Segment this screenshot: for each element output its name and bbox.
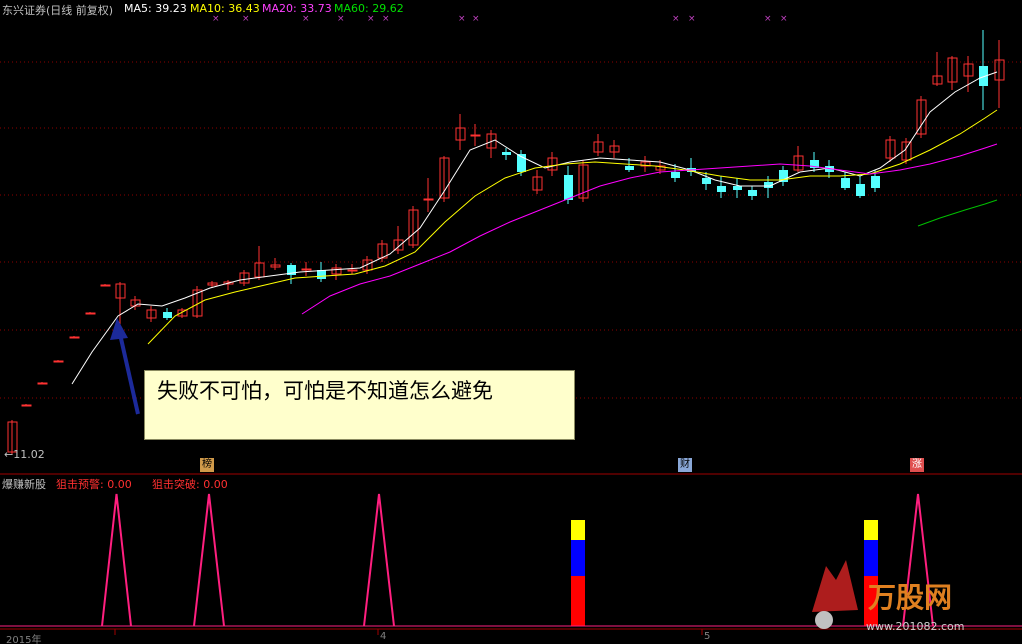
indicator-spike (193, 493, 225, 627)
signal-bar (864, 520, 878, 540)
low-price-marker: ←11.02 (4, 448, 45, 461)
candle-body-down (702, 178, 711, 184)
ma10-legend: MA10: 36.43 (190, 2, 260, 15)
watermark-logo-icon (815, 611, 833, 629)
ma20-line (301, 143, 998, 315)
top-marker-x: × (672, 14, 680, 24)
candle-body-up (470, 134, 481, 137)
ma60-legend: MA60: 29.62 (334, 2, 404, 15)
watermark-logo-icon (812, 560, 858, 612)
top-marker-x: × (780, 14, 788, 24)
watermark-brand: 万股网 (868, 581, 953, 614)
candle-body-down (748, 190, 757, 196)
event-tag-finance[interactable]: 财 (678, 458, 692, 472)
candle-body-down (717, 186, 726, 192)
candle-body-down (671, 172, 680, 178)
candle-body-up (21, 404, 32, 407)
top-marker-x: × (764, 14, 772, 24)
candle-body-down (317, 270, 326, 279)
annotation-text: 失败不可怕，可怕是不知道怎么避免 (157, 379, 493, 403)
indicator-name: 爆赚新股 (2, 478, 46, 491)
top-marker-x: × (337, 14, 345, 24)
stock-chart-window: × × × × × × × × × × × × 东兴证券(日线 前复权) MA5: 39.23 MA1… (0, 0, 1022, 644)
ma10-line (147, 109, 998, 345)
candle-body-down (871, 176, 880, 188)
ma60-line (917, 199, 998, 227)
signal-bar (571, 576, 585, 626)
x-axis-label-may: 5 (704, 631, 711, 642)
candle-body-down (625, 166, 634, 170)
indicator-spike (101, 493, 132, 627)
top-marker-x: × (242, 14, 250, 24)
top-marker-x: × (212, 14, 220, 24)
ma5-legend: MA5: 39.23 (124, 2, 187, 15)
candle-body-down (564, 175, 573, 200)
top-marker-x: × (367, 14, 375, 24)
candle-body-down (502, 152, 511, 155)
candle-body-up (37, 382, 48, 385)
indicator-line1-value: 狙击预警: 0.00 (56, 478, 132, 491)
signal-bar (571, 540, 585, 576)
candle-body-down (733, 186, 742, 190)
x-axis-label-april: 4 (380, 631, 387, 642)
candle-body-up (347, 269, 358, 272)
indicator-spike (363, 493, 395, 627)
annotation-arrow-shaft (118, 333, 140, 415)
candle-body-down (856, 184, 865, 196)
event-tag-list[interactable]: 榜 (200, 458, 214, 472)
top-marker-x: × (302, 14, 310, 24)
top-marker-x: × (382, 14, 390, 24)
signal-bar (864, 540, 878, 576)
ma20-legend: MA20: 33.73 (262, 2, 332, 15)
indicator-line2-value: 狙击突破: 0.00 (152, 478, 228, 491)
candle-body-up (301, 268, 312, 271)
candle-body-up (100, 284, 111, 287)
ma5-line (71, 71, 998, 385)
top-marker-x: × (688, 14, 696, 24)
candle-body-up (85, 312, 96, 315)
candle-body-down (841, 178, 850, 188)
x-axis-label-year: 2015年 (6, 635, 42, 644)
event-tag-limit-up[interactable]: 涨 (910, 458, 924, 472)
top-marker-x: × (458, 14, 466, 24)
top-marker-x: × (472, 14, 480, 24)
candle-body-up (53, 360, 64, 363)
annotation-arrow-head (110, 318, 128, 340)
annotation-note[interactable]: 失败不可怕，可怕是不知道怎么避免 (144, 370, 575, 440)
chart-title: 东兴证券(日线 前复权) (2, 4, 114, 17)
candle-body-up (69, 336, 80, 339)
signal-bar (571, 520, 585, 540)
candle-body-down (163, 312, 172, 318)
watermark-url: www.201082.com (866, 620, 965, 633)
candle-body-up (423, 198, 434, 201)
chart-canvas[interactable]: × × × × × × × × × × × × (0, 0, 1022, 644)
